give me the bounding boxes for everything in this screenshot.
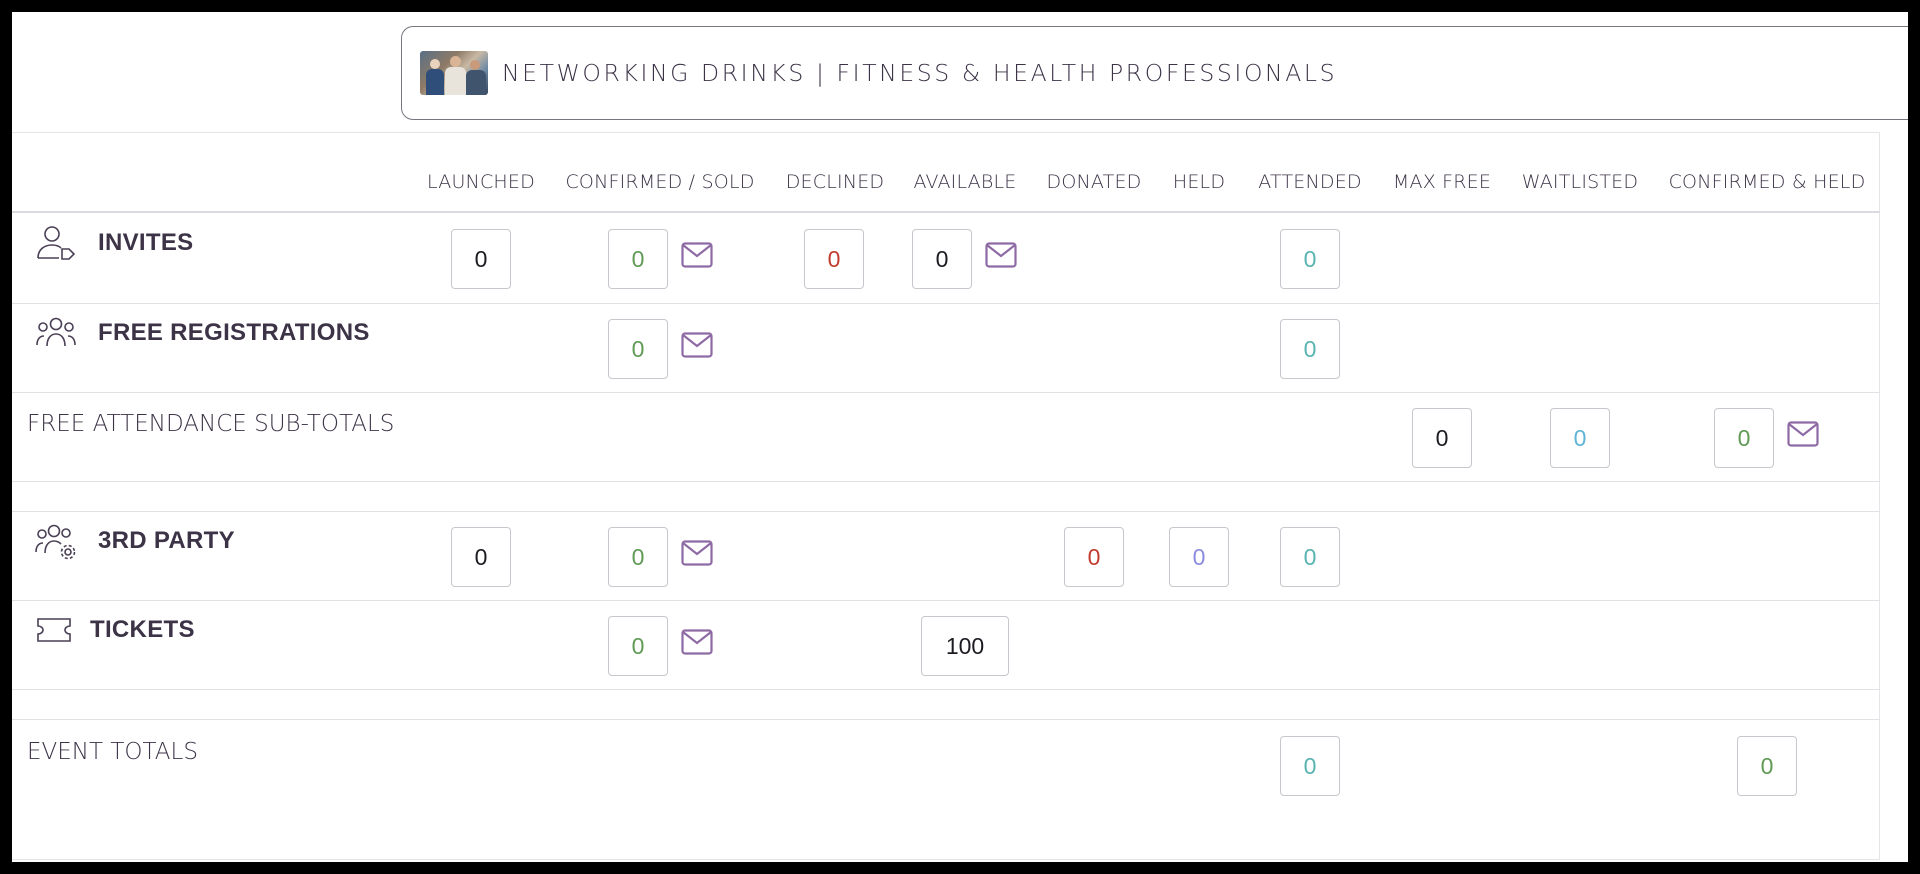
col-available: AVAILABLE (913, 171, 1017, 193)
free-registrations-mail-icon[interactable] (681, 332, 713, 358)
row-invites-title: INVITES (98, 229, 194, 256)
col-attended: ATTENDED (1258, 171, 1362, 193)
header-divider (12, 211, 1880, 213)
attendance-table: LAUNCHED CONFIRMED / SOLD DECLINED AVAIL… (12, 132, 1880, 860)
col-launched: LAUNCHED (427, 171, 535, 193)
row-divider (12, 511, 1880, 512)
col-max-free: MAX FREE (1392, 171, 1492, 193)
col-donated: DONATED (1046, 171, 1142, 193)
invites-confirmed-value[interactable]: 0 (608, 229, 668, 289)
third-party-held-value[interactable]: 0 (1169, 527, 1229, 587)
row-tickets-label: TICKETS (34, 610, 195, 650)
event-totals-label: EVENT TOTALS (27, 739, 198, 765)
col-held: HELD (1172, 171, 1226, 193)
tickets-mail-icon[interactable] (681, 629, 713, 655)
free-subtotals-mail-icon[interactable] (1787, 421, 1819, 447)
user-tag-icon (34, 223, 78, 263)
third-party-donated-value[interactable]: 0 (1064, 527, 1124, 587)
event-title: NETWORKING DRINKS | FITNESS & HEALTH PRO… (502, 59, 1338, 87)
free-subtotals-max-free-value[interactable]: 0 (1412, 408, 1472, 468)
row-divider (12, 600, 1880, 601)
tickets-confirmed-value[interactable]: 0 (608, 616, 668, 676)
row-divider (12, 303, 1880, 304)
third-party-launched-value[interactable]: 0 (451, 527, 511, 587)
third-party-attended-value[interactable]: 0 (1280, 527, 1340, 587)
free-registrations-confirmed-value[interactable]: 0 (608, 319, 668, 379)
free-subtotals-label: FREE ATTENDANCE SUB-TOTALS (27, 411, 395, 437)
row-tickets-title: TICKETS (90, 616, 195, 643)
col-declined: DECLINED (785, 171, 885, 193)
event-totals-confirmed-held-value[interactable]: 0 (1737, 736, 1797, 796)
users-gear-icon (34, 521, 78, 561)
free-registrations-attended-value[interactable]: 0 (1280, 319, 1340, 379)
third-party-confirmed-value[interactable]: 0 (608, 527, 668, 587)
row-third-party-title: 3RD PARTY (98, 527, 235, 554)
row-divider (12, 481, 1880, 482)
row-invites-label: INVITES (34, 223, 193, 263)
row-free-registrations-label: FREE REGISTRATIONS (34, 313, 370, 353)
row-divider (12, 392, 1880, 393)
row-divider (12, 719, 1880, 720)
col-confirmed-sold: CONFIRMED / SOLD (565, 171, 755, 193)
col-waitlisted: WAITLISTED (1521, 171, 1639, 193)
free-subtotals-confirmed-held-value[interactable]: 0 (1714, 408, 1774, 468)
row-third-party-label: 3RD PARTY (34, 521, 235, 561)
row-divider (12, 689, 1880, 690)
users-group-icon (34, 313, 78, 353)
event-totals-attended-value[interactable]: 0 (1280, 736, 1340, 796)
tickets-available-value[interactable]: 100 (921, 616, 1009, 676)
row-free-registrations-title: FREE REGISTRATIONS (98, 319, 370, 346)
ticket-icon (34, 610, 74, 650)
col-confirmed-held: CONFIRMED & HELD (1668, 171, 1866, 193)
invites-available-value[interactable]: 0 (912, 229, 972, 289)
free-subtotals-waitlisted-value[interactable]: 0 (1550, 408, 1610, 468)
invites-available-mail-icon[interactable] (985, 242, 1017, 268)
invites-declined-value[interactable]: 0 (804, 229, 864, 289)
third-party-mail-icon[interactable] (681, 540, 713, 566)
app-frame: NETWORKING DRINKS | FITNESS & HEALTH PRO… (12, 12, 1908, 862)
invites-confirmed-mail-icon[interactable] (681, 242, 713, 268)
invites-attended-value[interactable]: 0 (1280, 229, 1340, 289)
event-thumbnail (420, 51, 488, 95)
invites-launched-value[interactable]: 0 (451, 229, 511, 289)
event-header-card[interactable]: NETWORKING DRINKS | FITNESS & HEALTH PRO… (401, 26, 1908, 120)
